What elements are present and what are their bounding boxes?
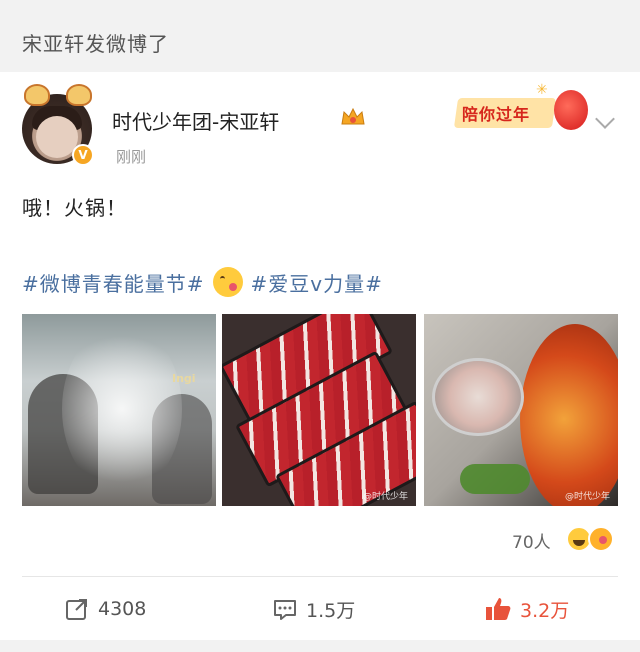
cow-ornament-icon bbox=[66, 84, 92, 106]
divider bbox=[22, 576, 618, 577]
verified-badge-icon: V bbox=[72, 144, 94, 166]
spicy-broth-photo[interactable]: @时代少年 bbox=[424, 314, 618, 506]
share-button[interactable]: 4308 bbox=[64, 594, 146, 624]
cow-ornament-icon bbox=[24, 84, 50, 106]
post-time: 刚刚 bbox=[116, 148, 147, 166]
post-card[interactable]: V 时代少年团-宋亚轩 刚刚 陪你过年 ✳ 哦！火锅！ #微博青春能量节# #爱… bbox=[0, 72, 640, 640]
ladle bbox=[432, 358, 524, 436]
like-button[interactable]: 3.2万 bbox=[484, 594, 569, 624]
image-watermark: @时代少年 bbox=[564, 492, 610, 502]
beef-trays-photo[interactable]: @时代少年 bbox=[222, 314, 416, 506]
topic-line: #微博青春能量节# #爱豆v力量# bbox=[22, 266, 383, 298]
top-bar: 宋亚轩发微博了 bbox=[0, 0, 640, 72]
chevron-down-icon[interactable] bbox=[595, 109, 615, 129]
steam-hotpot-photo[interactable]: Ingi bbox=[22, 314, 216, 506]
steam-cloud bbox=[62, 324, 182, 494]
share-count: 4308 bbox=[98, 598, 147, 620]
thumbs-up-icon bbox=[486, 598, 511, 620]
comment-count: 1.5万 bbox=[306, 599, 356, 622]
comment-icon bbox=[274, 600, 296, 620]
avatar[interactable]: V bbox=[22, 84, 94, 166]
smile-tongue-emoji-icon bbox=[212, 267, 243, 297]
promo-banner[interactable]: 陪你过年 ✳ bbox=[453, 82, 596, 138]
author-name[interactable]: 时代少年团-宋亚轩 bbox=[112, 106, 279, 135]
broth-pot bbox=[520, 324, 618, 506]
page-title: 宋亚轩发微博了 bbox=[22, 32, 169, 56]
likes-people-count: 70人 bbox=[512, 533, 551, 553]
action-bar: 4308 1.5万 3.2万 bbox=[0, 582, 640, 638]
comment-button[interactable]: 1.5万 bbox=[272, 594, 355, 624]
bottom-strip bbox=[0, 640, 640, 652]
likes-summary[interactable]: 70人 bbox=[0, 520, 640, 560]
image-watermark: @时代少年 bbox=[362, 492, 408, 502]
like-count: 3.2万 bbox=[520, 599, 570, 622]
crown-badge-icon[interactable] bbox=[340, 106, 366, 128]
lantern-icon bbox=[554, 90, 588, 130]
promo-label: 陪你过年 bbox=[462, 105, 531, 124]
post-text: 哦！火锅！ bbox=[22, 196, 127, 220]
firework-icon: ✳ bbox=[536, 82, 548, 98]
vegetables bbox=[460, 464, 530, 494]
love-reaction-icon bbox=[588, 526, 614, 552]
topic-link[interactable]: #微博青春能量节# bbox=[22, 268, 205, 297]
share-icon bbox=[66, 599, 87, 620]
store-sign: Ingi bbox=[172, 372, 196, 385]
topic-link[interactable]: #爱豆v力量# bbox=[251, 268, 383, 297]
